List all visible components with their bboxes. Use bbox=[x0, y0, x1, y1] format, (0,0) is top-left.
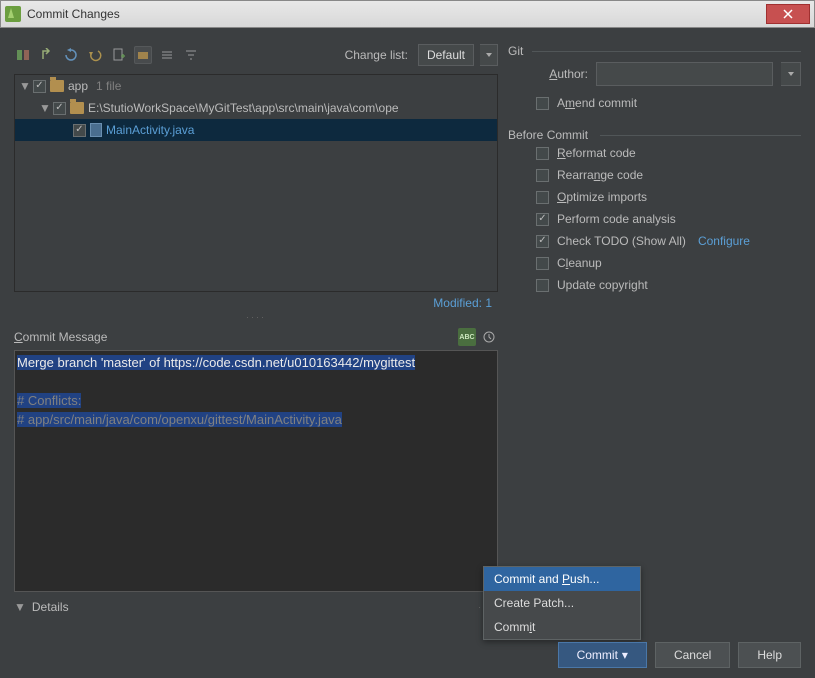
configure-link[interactable]: Configure bbox=[698, 234, 750, 248]
close-icon bbox=[783, 9, 793, 19]
history-icon[interactable] bbox=[480, 328, 498, 346]
reformat-code-checkbox[interactable]: Reformat code bbox=[536, 146, 801, 160]
rearrange-code-checkbox[interactable]: Rearrange code bbox=[536, 168, 801, 182]
commit-message-label: CCommit Messageommit Message bbox=[14, 330, 454, 344]
check-todo-checkbox[interactable]: Check TODO (Show All)Configure bbox=[536, 234, 801, 248]
modified-count: Modified: 1 bbox=[14, 292, 498, 310]
show-diff-icon[interactable] bbox=[14, 46, 32, 64]
commit-message-input[interactable]: Merge branch 'master' of https://code.cs… bbox=[14, 350, 498, 592]
refresh-icon[interactable] bbox=[62, 46, 80, 64]
app-icon bbox=[5, 6, 21, 22]
left-panel: Change list: Default ▼ app 1 file ▼ E:\S… bbox=[14, 42, 498, 614]
before-commit-title: Before Commit bbox=[508, 128, 801, 142]
rollback-icon[interactable] bbox=[86, 46, 104, 64]
tree-node-label: app bbox=[68, 79, 88, 93]
msg-line: # app/src/main/java/com/openxu/gittest/M… bbox=[17, 412, 342, 427]
change-list-dropdown-icon[interactable] bbox=[480, 44, 498, 66]
tree-path-row[interactable]: ▼ E:\StutioWorkSpace\MyGitTest\app\src\m… bbox=[15, 97, 497, 119]
tree-node-label: MainActivity.java bbox=[106, 123, 194, 137]
update-copyright-checkbox[interactable]: Update copyright bbox=[536, 278, 801, 292]
commit-and-push-item[interactable]: Commit and Push... bbox=[484, 567, 640, 591]
checkbox[interactable] bbox=[73, 124, 86, 137]
author-label: Author: bbox=[536, 67, 588, 81]
window-titlebar: Commit Changes bbox=[0, 0, 815, 28]
details-label: Details bbox=[32, 600, 69, 614]
expand-all-icon[interactable] bbox=[158, 46, 176, 64]
expand-arrow-icon[interactable]: ▼ bbox=[19, 79, 29, 93]
cleanup-checkbox[interactable]: Cleanup bbox=[536, 256, 801, 270]
changes-toolbar: Change list: Default bbox=[14, 42, 498, 68]
checkbox[interactable] bbox=[33, 80, 46, 93]
checkbox[interactable] bbox=[53, 102, 66, 115]
tree-node-label: E:\StutioWorkSpace\MyGitTest\app\src\mai… bbox=[88, 101, 399, 115]
commit-dropdown-menu: Commit and Push... Create Patch... Commi… bbox=[483, 566, 641, 640]
spellcheck-icon[interactable]: ABC bbox=[458, 328, 476, 346]
author-dropdown-icon[interactable] bbox=[781, 62, 801, 86]
commit-message-header: CCommit Messageommit Message ABC bbox=[14, 328, 498, 346]
expand-arrow-icon[interactable]: ▼ bbox=[39, 101, 49, 115]
dialog-button-bar: Commit▾ Cancel Help bbox=[558, 642, 801, 668]
expand-arrow-icon: ▼ bbox=[14, 600, 26, 614]
perform-analysis-checkbox[interactable]: Perform code analysis bbox=[536, 212, 801, 226]
cancel-button[interactable]: Cancel bbox=[655, 642, 730, 668]
details-toggle[interactable]: ▼ Details ···· bbox=[14, 600, 498, 614]
new-changelist-icon[interactable] bbox=[110, 46, 128, 64]
right-panel: Git Author: Amend commit Before Commit R… bbox=[508, 42, 801, 614]
group-by-directory-icon[interactable] bbox=[134, 46, 152, 64]
help-button[interactable]: Help bbox=[738, 642, 801, 668]
amend-commit-checkbox[interactable]: Amend commit bbox=[536, 96, 801, 110]
author-row: Author: bbox=[536, 62, 801, 86]
collapse-all-icon[interactable] bbox=[182, 46, 200, 64]
git-section-title: Git bbox=[508, 44, 801, 58]
folder-icon bbox=[50, 80, 64, 92]
commit-item[interactable]: Commit bbox=[484, 615, 640, 639]
change-list-select[interactable]: Default bbox=[418, 44, 474, 66]
tree-file-row[interactable]: MainActivity.java bbox=[15, 119, 497, 141]
folder-icon bbox=[70, 102, 84, 114]
window-title: Commit Changes bbox=[27, 7, 766, 21]
file-icon bbox=[90, 123, 102, 137]
changes-tree[interactable]: ▼ app 1 file ▼ E:\StutioWorkSpace\MyGitT… bbox=[14, 74, 498, 292]
create-patch-item[interactable]: Create Patch... bbox=[484, 591, 640, 615]
author-input[interactable] bbox=[596, 62, 773, 86]
close-button[interactable] bbox=[766, 4, 810, 24]
msg-line: Merge branch 'master' of https://code.cs… bbox=[17, 355, 415, 370]
commit-button[interactable]: Commit▾ bbox=[558, 642, 647, 668]
msg-line: # Conflicts: bbox=[17, 393, 81, 408]
move-icon[interactable] bbox=[38, 46, 56, 64]
tree-root-row[interactable]: ▼ app 1 file bbox=[15, 75, 497, 97]
tree-node-hint: 1 file bbox=[96, 79, 121, 93]
checkbox[interactable] bbox=[536, 97, 549, 110]
splitter-grip[interactable]: ···· bbox=[14, 310, 498, 324]
optimize-imports-checkbox[interactable]: Optimize imports bbox=[536, 190, 801, 204]
change-list-label: Change list: bbox=[345, 48, 408, 62]
